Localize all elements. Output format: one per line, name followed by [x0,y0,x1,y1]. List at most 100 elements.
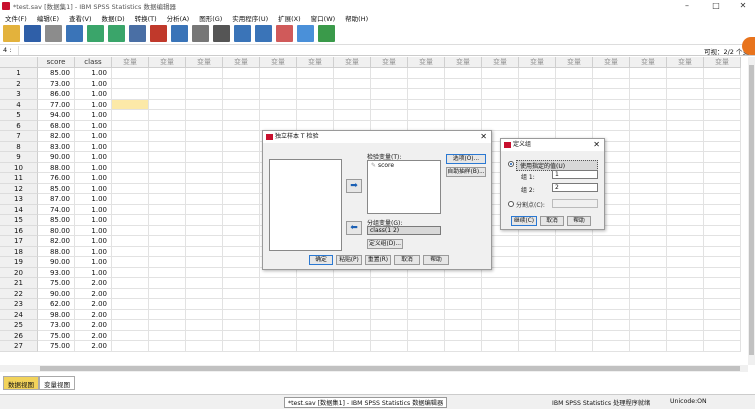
cell-empty[interactable] [593,267,630,278]
cell-empty[interactable] [112,173,149,184]
horizontal-scrollbar[interactable] [0,365,748,372]
cell-empty[interactable] [445,341,482,352]
cell-empty[interactable] [556,120,593,131]
help-button[interactable]: 帮助 [567,216,591,226]
cell-empty[interactable] [593,288,630,299]
cell-empty[interactable] [519,299,556,310]
cell-empty[interactable] [149,152,186,163]
cell-empty[interactable] [371,309,408,320]
menu-edit[interactable]: 编辑(E) [32,13,64,23]
cell-score[interactable]: 62.00 [38,299,75,310]
row-header[interactable]: 24 [0,309,38,320]
row-header[interactable]: 20 [0,267,38,278]
cell-score[interactable]: 76.00 [38,173,75,184]
cell-class[interactable]: 1.00 [75,120,112,131]
column-header-var[interactable]: 变量 [112,57,149,68]
cell-score[interactable]: 88.00 [38,246,75,257]
cell-empty[interactable] [260,309,297,320]
cell-empty[interactable] [593,341,630,352]
cell-empty[interactable] [630,225,667,236]
cell-empty[interactable] [593,99,630,110]
cell-class[interactable]: 1.00 [75,68,112,79]
horizontal-scroll-thumb[interactable] [40,366,740,371]
cell-empty[interactable] [371,110,408,121]
reset-button[interactable]: 重置(R) [365,255,391,265]
goto-variable-icon[interactable] [150,25,167,42]
cell-empty[interactable] [667,309,704,320]
cell-empty[interactable] [593,278,630,289]
cell-empty[interactable] [149,330,186,341]
cell-empty[interactable] [593,78,630,89]
cell-empty[interactable] [186,320,223,331]
cell-empty[interactable] [667,183,704,194]
cell-empty[interactable] [593,299,630,310]
cell-empty[interactable] [112,131,149,142]
value-labels-icon[interactable] [276,25,293,42]
cell-empty[interactable] [519,89,556,100]
cell-empty[interactable] [297,341,334,352]
cell-class[interactable]: 2.00 [75,278,112,289]
move-to-group-arrow-icon[interactable]: ⬅ [346,221,362,235]
cell-empty[interactable] [482,299,519,310]
cell-empty[interactable] [445,320,482,331]
cell-class[interactable]: 1.00 [75,257,112,268]
cell-empty[interactable] [112,162,149,173]
cell-empty[interactable] [667,110,704,121]
cell-empty[interactable] [186,299,223,310]
insert-variable-icon[interactable] [255,25,272,42]
cell-empty[interactable] [630,110,667,121]
cell-class[interactable]: 1.00 [75,194,112,205]
cell-empty[interactable] [630,309,667,320]
column-header-var[interactable]: 变量 [371,57,408,68]
cell-class[interactable]: 2.00 [75,341,112,352]
cell-empty[interactable] [519,246,556,257]
cell-empty[interactable] [223,225,260,236]
cell-empty[interactable] [630,162,667,173]
cell-empty[interactable] [630,131,667,142]
cell-empty[interactable] [593,246,630,257]
cell-class[interactable]: 1.00 [75,204,112,215]
cell-empty[interactable] [593,120,630,131]
cell-empty[interactable] [593,309,630,320]
column-header-var[interactable]: 变量 [519,57,556,68]
cell-empty[interactable] [630,257,667,268]
cell-score[interactable]: 85.00 [38,215,75,226]
cell-empty[interactable] [186,183,223,194]
cell-empty[interactable] [297,89,334,100]
cell-empty[interactable] [149,299,186,310]
cell-class[interactable]: 1.00 [75,173,112,184]
cell-empty[interactable] [482,330,519,341]
cell-empty[interactable] [556,99,593,110]
use-specified-values-radio[interactable] [508,161,514,167]
cell-empty[interactable] [186,309,223,320]
cell-empty[interactable] [519,99,556,110]
cell-empty[interactable] [704,330,741,341]
column-header-var[interactable]: 变量 [593,57,630,68]
define-groups-titlebar[interactable]: 定义组 ✕ [501,139,604,151]
find-icon[interactable] [213,25,230,42]
cell-empty[interactable] [556,299,593,310]
cell-empty[interactable] [704,278,741,289]
cell-empty[interactable] [149,99,186,110]
cell-empty[interactable] [445,110,482,121]
cell-empty[interactable] [223,215,260,226]
cell-empty[interactable] [186,330,223,341]
cell-empty[interactable] [260,89,297,100]
cell-empty[interactable] [519,120,556,131]
cell-class[interactable]: 1.00 [75,267,112,278]
row-header[interactable]: 13 [0,194,38,205]
cell-empty[interactable] [667,236,704,247]
cell-empty[interactable] [667,257,704,268]
cell-empty[interactable] [334,288,371,299]
cell-empty[interactable] [260,299,297,310]
cell-empty[interactable] [519,78,556,89]
cell-empty[interactable] [223,78,260,89]
cell-empty[interactable] [519,267,556,278]
cell-empty[interactable] [260,99,297,110]
ttest-dialog-titlebar[interactable]: 独立样本 T 检验 ✕ [263,131,491,143]
cell-empty[interactable] [223,204,260,215]
cell-empty[interactable] [149,89,186,100]
cell-empty[interactable] [186,141,223,152]
vertical-scrollbar[interactable] [748,57,755,365]
cell-empty[interactable] [667,215,704,226]
